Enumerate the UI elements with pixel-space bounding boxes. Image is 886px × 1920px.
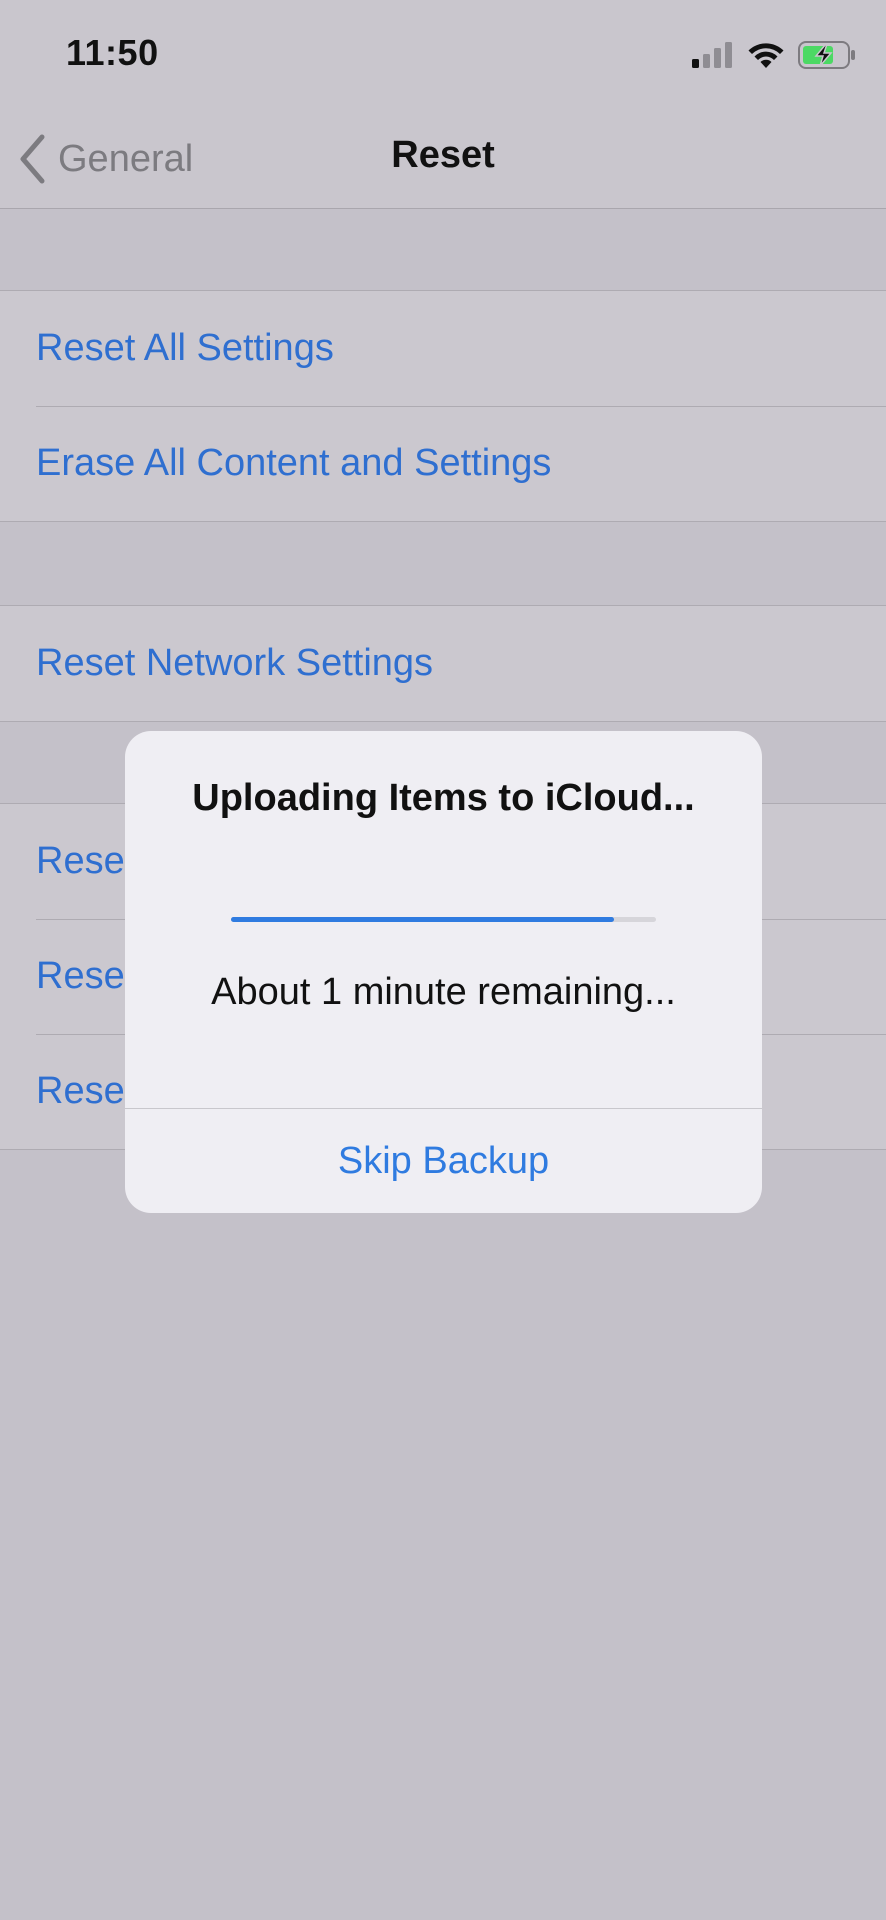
cellular-signal-icon	[692, 42, 732, 68]
row-label: Rese	[36, 840, 125, 882]
screen: 11:50 General Reset Reset All Settings E…	[0, 0, 886, 1920]
erase-all-content-row[interactable]: Erase All Content and Settings	[0, 406, 886, 521]
upload-alert-dialog: Uploading Items to iCloud... About 1 min…	[125, 731, 762, 1213]
alert-message: About 1 minute remaining...	[211, 971, 676, 1013]
settings-group-1: Reset All Settings Erase All Content and…	[0, 290, 886, 522]
reset-all-settings-row[interactable]: Reset All Settings	[0, 291, 886, 406]
navigation-bar: General Reset	[0, 110, 886, 209]
upload-progress-fill	[231, 917, 614, 922]
row-label: Rese	[36, 955, 125, 997]
row-label: Rese	[36, 1070, 125, 1112]
status-time: 11:50	[66, 32, 159, 73]
wifi-icon	[748, 43, 784, 68]
row-label: Reset Network Settings	[36, 642, 434, 684]
row-label: Erase All Content and Settings	[36, 442, 552, 484]
status-icons	[692, 38, 856, 72]
reset-network-settings-row[interactable]: Reset Network Settings	[0, 606, 886, 721]
alert-title: Uploading Items to iCloud...	[192, 777, 695, 819]
skip-backup-button[interactable]: Skip Backup	[125, 1109, 762, 1213]
settings-group-2: Reset Network Settings	[0, 605, 886, 722]
status-bar: 11:50	[0, 0, 886, 110]
battery-charging-icon	[798, 41, 855, 69]
upload-progress-bar	[231, 917, 656, 922]
row-label: Reset All Settings	[36, 327, 334, 369]
page-title: Reset	[391, 134, 495, 176]
